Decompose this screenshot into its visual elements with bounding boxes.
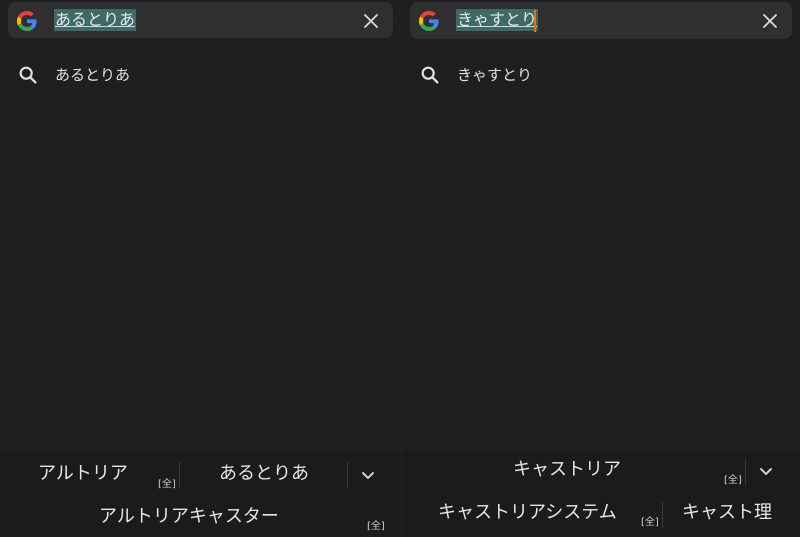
ime-candidate[interactable]: キャスト理: [682, 501, 772, 525]
ime-candidate[interactable]: あるとりあ: [219, 462, 309, 486]
candidate-tag: [全]: [367, 521, 385, 532]
text-caret: [534, 10, 536, 32]
suggestion-text: あるとりあ: [55, 66, 131, 84]
candidate-divider: [662, 502, 663, 528]
search-bar[interactable]: きゃすとり: [410, 2, 792, 39]
google-g-icon: [419, 11, 439, 31]
ime-candidate[interactable]: キャストリア: [513, 458, 621, 482]
search-panel-left: あるとりあ あるとりあ アルトリア [全] あるとりあ アルトリアキャスター […: [0, 0, 401, 537]
ime-candidate-bar: キャストリア [全] キャストリアシステム [全] キャスト理: [402, 450, 800, 537]
search-icon: [19, 66, 37, 84]
close-icon[interactable]: [361, 11, 381, 31]
suggestion-item[interactable]: あるとりあ: [0, 56, 401, 94]
search-panel-right: きゃすとり きゃすとり キャストリア [全] キャストリアシステム [全] キャ…: [402, 0, 800, 537]
search-input[interactable]: きゃすとり: [456, 9, 539, 31]
candidate-tag: [全]: [158, 479, 176, 490]
candidate-tag: [全]: [724, 475, 742, 486]
candidate-divider: [347, 462, 348, 488]
chevron-down-icon[interactable]: [755, 460, 777, 482]
candidate-divider: [745, 459, 746, 485]
close-icon[interactable]: [760, 11, 780, 31]
search-bar[interactable]: あるとりあ: [8, 2, 393, 38]
search-input[interactable]: あるとりあ: [54, 9, 137, 31]
ime-candidate-bar: アルトリア [全] あるとりあ アルトリアキャスター [全]: [0, 452, 401, 537]
ime-candidate[interactable]: キャストリアシステム: [438, 501, 617, 525]
candidate-tag: [全]: [641, 517, 659, 528]
search-icon: [421, 66, 439, 84]
chevron-down-icon[interactable]: [357, 464, 379, 486]
google-g-icon: [17, 11, 37, 31]
candidate-divider: [179, 462, 180, 488]
suggestion-text: きゃすとり: [457, 66, 533, 84]
ime-candidate[interactable]: アルトリアキャスター: [99, 505, 279, 529]
suggestion-item[interactable]: きゃすとり: [402, 56, 800, 94]
ime-candidate[interactable]: アルトリア: [38, 462, 128, 486]
